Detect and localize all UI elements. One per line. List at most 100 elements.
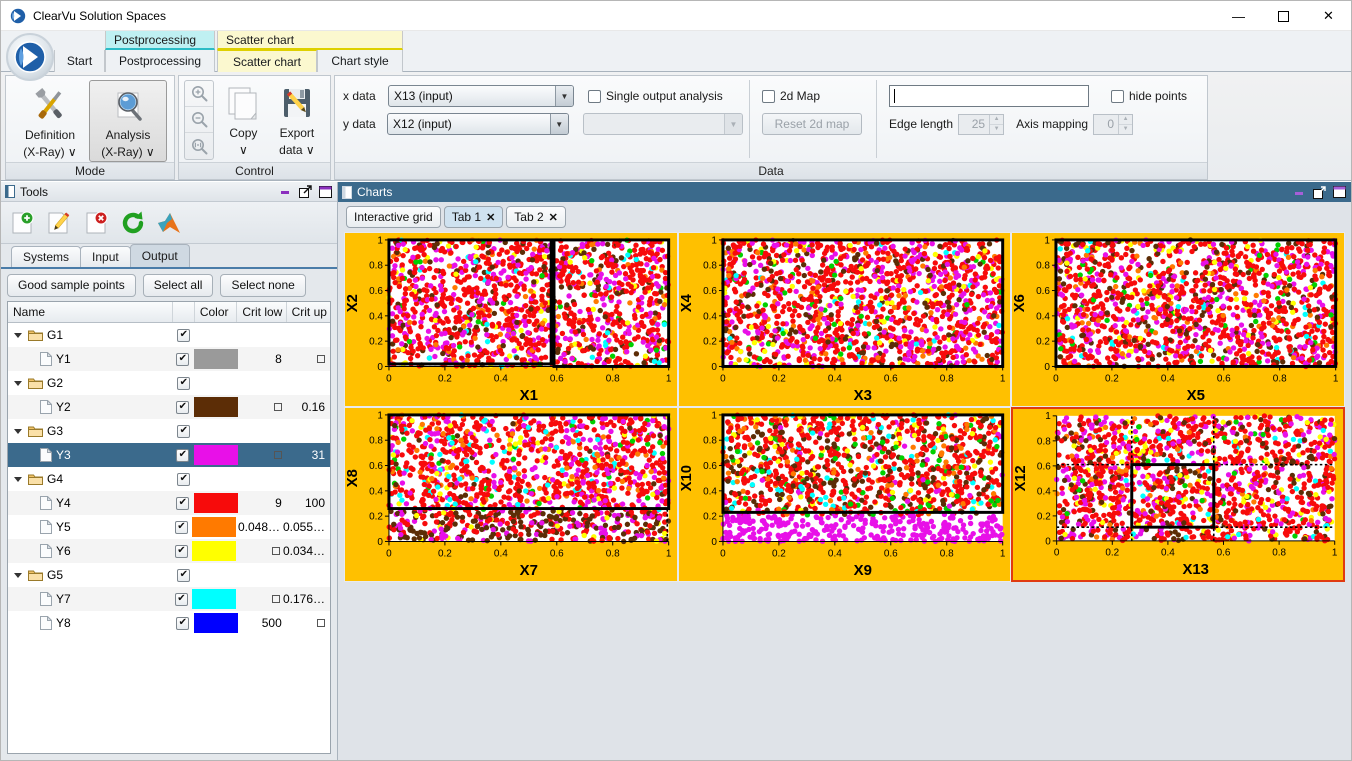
edge-length-stepper[interactable]: 25 ▲ ▼ xyxy=(958,113,1005,135)
expand-collapse-icon[interactable] xyxy=(14,380,22,386)
close-icon[interactable]: ✕ xyxy=(549,211,558,224)
row-checkbox[interactable]: ✔ xyxy=(172,491,194,515)
table-row[interactable]: G2 ✔ xyxy=(8,371,330,395)
row-color-swatch[interactable] xyxy=(193,395,238,419)
row-color-swatch[interactable] xyxy=(195,419,237,443)
new-document-button[interactable] xyxy=(7,208,37,238)
table-row[interactable]: G4 ✔ xyxy=(8,467,330,491)
zoom-out-button[interactable] xyxy=(185,107,213,133)
tools-float-button[interactable] xyxy=(298,185,313,199)
row-checkbox[interactable]: ✔ xyxy=(173,323,195,347)
matlab-button[interactable] xyxy=(155,208,185,238)
chart-x9-x10[interactable]: 0 0.2 0.4 0.6 0.8 1 0 0.2 0.4 0.6 0.8 1 X9 X10 xyxy=(677,407,1012,582)
tools-maximize-button[interactable] xyxy=(318,185,333,199)
cell-crit-up[interactable] xyxy=(287,563,330,587)
copy-button[interactable]: Copy ∨ xyxy=(218,80,269,160)
tab-input[interactable]: Input xyxy=(80,246,131,267)
table-row[interactable]: Y7 ✔ 0.176… xyxy=(8,587,330,611)
stepper-arrows[interactable]: ▲ ▼ xyxy=(989,114,1004,134)
column-header-crit-low[interactable]: Crit low xyxy=(237,302,287,322)
cell-crit-up[interactable] xyxy=(287,611,330,635)
analysis-xray-button[interactable]: Analysis (X-Ray) ∨ xyxy=(89,80,167,162)
charts-float-button[interactable] xyxy=(1312,185,1327,199)
row-checkbox[interactable]: ✔ xyxy=(173,467,195,491)
expand-collapse-icon[interactable] xyxy=(14,572,22,578)
cell-crit-up[interactable] xyxy=(287,419,330,443)
column-header-crit-up[interactable]: Crit up xyxy=(287,302,330,322)
cell-crit-up[interactable] xyxy=(287,323,330,347)
maximize-button[interactable] xyxy=(1261,1,1306,31)
row-color-swatch[interactable] xyxy=(195,371,237,395)
minimize-button[interactable]: — xyxy=(1216,1,1261,31)
export-data-button[interactable]: Export data ∨ xyxy=(269,80,325,160)
cell-crit-low[interactable]: 9 xyxy=(238,491,287,515)
chart-x7-x8[interactable]: 0 0.2 0.4 0.6 0.8 1 0 0.2 0.4 0.6 0.8 1 X7 X8 xyxy=(344,407,678,582)
delete-document-button[interactable] xyxy=(81,208,111,238)
cell-crit-up[interactable] xyxy=(287,371,330,395)
cell-crit-up[interactable]: 0.16 xyxy=(287,395,330,419)
column-header-color[interactable]: Color xyxy=(195,302,238,322)
expand-collapse-icon[interactable] xyxy=(14,428,22,434)
row-checkbox[interactable]: ✔ xyxy=(173,371,195,395)
row-checkbox[interactable]: ✔ xyxy=(172,395,194,419)
cell-crit-low[interactable]: 8 xyxy=(238,347,287,371)
cell-crit-up[interactable]: 100 xyxy=(287,491,330,515)
row-checkbox[interactable]: ✔ xyxy=(172,611,194,635)
row-color-swatch[interactable] xyxy=(192,587,237,611)
row-checkbox[interactable]: ✔ xyxy=(173,563,195,587)
row-checkbox[interactable]: ✔ xyxy=(171,515,193,539)
output-select[interactable]: ▼ xyxy=(582,113,743,135)
cell-crit-low[interactable] xyxy=(237,467,286,491)
cell-crit-up[interactable]: 0.034… xyxy=(283,539,330,563)
hide-points-checkbox[interactable]: hide points xyxy=(1111,89,1187,103)
table-row[interactable]: Y5 ✔ 0.048… 0.055… xyxy=(8,515,330,539)
cell-crit-up[interactable]: 0.055… xyxy=(283,515,330,539)
tab-scatter-chart[interactable]: Scatter chart xyxy=(217,50,317,72)
filter-input[interactable] xyxy=(889,85,1089,107)
cell-crit-low[interactable] xyxy=(237,371,286,395)
zoom-reset-button[interactable] xyxy=(185,133,213,159)
row-checkbox[interactable]: ✔ xyxy=(171,587,193,611)
row-checkbox[interactable]: ✔ xyxy=(171,539,193,563)
row-color-swatch[interactable] xyxy=(192,515,237,539)
cell-crit-low[interactable] xyxy=(238,395,287,419)
charts-maximize-button[interactable] xyxy=(1332,185,1347,199)
table-row[interactable]: Y8 ✔ 500 xyxy=(8,611,330,635)
chart-tab-1[interactable]: Tab 1 ✕ xyxy=(443,206,504,228)
cell-crit-low[interactable] xyxy=(236,539,285,563)
tab-start[interactable]: Start xyxy=(54,50,105,72)
row-color-swatch[interactable] xyxy=(192,539,237,563)
column-header-name[interactable]: Name xyxy=(8,302,173,322)
tab-output[interactable]: Output xyxy=(129,244,190,267)
chart-x5-x6[interactable]: 0 0.2 0.4 0.6 0.8 1 0 0.2 0.4 0.6 0.8 1 X5 X6 xyxy=(1011,232,1345,407)
row-color-swatch[interactable] xyxy=(195,467,237,491)
table-row[interactable]: Y6 ✔ 0.034… xyxy=(8,539,330,563)
cell-crit-up[interactable] xyxy=(287,347,330,371)
cell-crit-low[interactable]: 0.048… xyxy=(236,515,285,539)
table-row[interactable]: Y4 ✔ 9 100 xyxy=(8,491,330,515)
cell-crit-low[interactable] xyxy=(237,419,286,443)
cell-crit-up[interactable]: 0.176… xyxy=(283,587,330,611)
stepper-arrows[interactable]: ▲ ▼ xyxy=(1118,114,1133,134)
cell-crit-low[interactable] xyxy=(237,563,286,587)
tools-minimize-button[interactable] xyxy=(278,185,293,199)
row-color-swatch[interactable] xyxy=(193,347,238,371)
reset-2d-map-button[interactable]: Reset 2d map xyxy=(762,113,862,135)
row-color-swatch[interactable] xyxy=(193,491,238,515)
tab-postprocessing[interactable]: Postprocessing xyxy=(105,50,215,72)
single-output-analysis-checkbox[interactable]: Single output analysis xyxy=(588,89,723,103)
expand-collapse-icon[interactable] xyxy=(14,476,22,482)
table-row[interactable]: Y2 ✔ 0.16 xyxy=(8,395,330,419)
chart-tab-interactive-grid[interactable]: Interactive grid xyxy=(346,206,441,228)
chart-x13-x12[interactable]: 0 0.2 0.4 0.6 0.8 1 0 0.2 0.4 0.6 0.8 1 X13 X12 xyxy=(1011,407,1345,582)
row-checkbox[interactable]: ✔ xyxy=(173,419,195,443)
table-row[interactable]: G5 ✔ xyxy=(8,563,330,587)
table-row[interactable]: G1 ✔ xyxy=(8,323,330,347)
edit-document-button[interactable] xyxy=(44,208,74,238)
cell-crit-up[interactable] xyxy=(287,467,330,491)
tab-systems[interactable]: Systems xyxy=(11,246,82,267)
x-data-select[interactable]: X13 (input) ▼ xyxy=(388,85,574,107)
refresh-button[interactable] xyxy=(118,208,148,238)
axis-mapping-stepper[interactable]: 0 ▲ ▼ xyxy=(1093,113,1134,135)
charts-minimize-button[interactable] xyxy=(1292,185,1307,199)
